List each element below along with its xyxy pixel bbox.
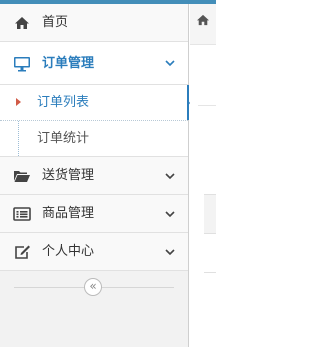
desktop-icon	[12, 42, 32, 85]
submenu-item-label: 订单统计	[37, 131, 90, 146]
table-header-row	[204, 194, 216, 234]
orders-submenu: 订单列表 订单统计	[0, 85, 197, 157]
edit-icon	[12, 233, 32, 271]
caret-right-icon	[16, 98, 21, 106]
sidebar-item-shipping[interactable]: 送货管理	[0, 157, 188, 195]
chevron-down-icon	[164, 42, 176, 85]
sidebar-item-products[interactable]: 商品管理	[0, 195, 188, 233]
chevron-down-icon	[164, 157, 176, 195]
content-divider	[198, 105, 216, 106]
sidebar: 首页 订单管理 订单列表 订单统计 送货管理 商品管理 个人中心 «	[0, 4, 197, 347]
sidebar-item-label: 送货管理	[42, 168, 95, 183]
home-icon[interactable]	[196, 14, 210, 30]
list-alt-icon	[12, 195, 32, 233]
main-content	[190, 4, 216, 347]
submenu-item-order-stats[interactable]: 订单统计	[0, 121, 188, 156]
sidebar-item-home[interactable]: 首页	[0, 4, 188, 42]
sidebar-item-label: 订单管理	[42, 56, 95, 71]
table-row	[204, 272, 216, 273]
sidebar-item-label: 首页	[42, 15, 69, 30]
chevron-down-icon	[164, 195, 176, 233]
submenu-item-order-list[interactable]: 订单列表	[0, 85, 197, 120]
home-icon	[12, 4, 32, 42]
folder-open-icon	[12, 157, 32, 195]
sidebar-item-label: 商品管理	[42, 206, 95, 221]
submenu-item-label: 订单列表	[37, 95, 90, 110]
sidebar-collapse: «	[0, 271, 188, 303]
breadcrumb	[190, 4, 216, 45]
sidebar-item-profile[interactable]: 个人中心	[0, 233, 188, 271]
chevron-down-icon	[164, 233, 176, 271]
sidebar-item-orders[interactable]: 订单管理	[0, 42, 188, 85]
sidebar-item-label: 个人中心	[42, 244, 95, 259]
sidebar-collapse-button[interactable]: «	[84, 278, 102, 296]
double-chevron-left-icon: «	[89, 279, 97, 293]
